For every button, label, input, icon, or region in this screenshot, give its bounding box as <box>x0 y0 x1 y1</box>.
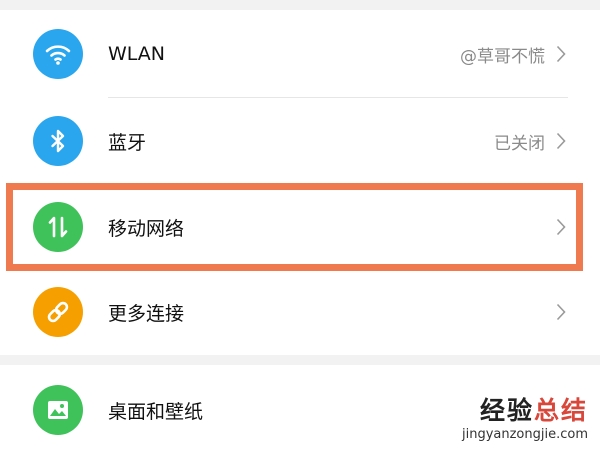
highlight-box <box>6 183 583 271</box>
watermark-title-part2: 总结 <box>533 396 588 425</box>
wallpaper-icon <box>33 385 83 435</box>
watermark-title: 经验总结 <box>462 398 588 423</box>
row-label-wlan: WLAN <box>108 43 166 65</box>
settings-row-bluetooth[interactable]: 蓝牙 已关闭 <box>0 98 600 184</box>
link-icon <box>33 287 83 337</box>
row-label-bluetooth: 蓝牙 <box>108 131 147 154</box>
bluetooth-icon <box>33 116 83 166</box>
wifi-icon <box>33 29 83 79</box>
settings-row-wlan[interactable]: WLAN @草哥不慌 <box>0 11 600 97</box>
chevron-right-icon <box>554 130 568 152</box>
chevron-right-icon <box>554 301 568 323</box>
watermark-title-part1: 经验 <box>479 396 534 425</box>
row-label-wallpaper: 桌面和壁纸 <box>108 400 204 423</box>
row-label-more-connections: 更多连接 <box>108 302 185 325</box>
settings-row-more-connections[interactable]: 更多连接 <box>0 269 600 355</box>
top-strip <box>0 0 600 10</box>
watermark: 经验总结 jingyanzongjie.com <box>462 398 588 442</box>
row-value-wlan: @草哥不慌 <box>460 46 545 67</box>
row-value-bluetooth: 已关闭 <box>494 133 545 154</box>
watermark-url: jingyanzongjie.com <box>461 427 588 442</box>
chevron-right-icon <box>554 43 568 65</box>
